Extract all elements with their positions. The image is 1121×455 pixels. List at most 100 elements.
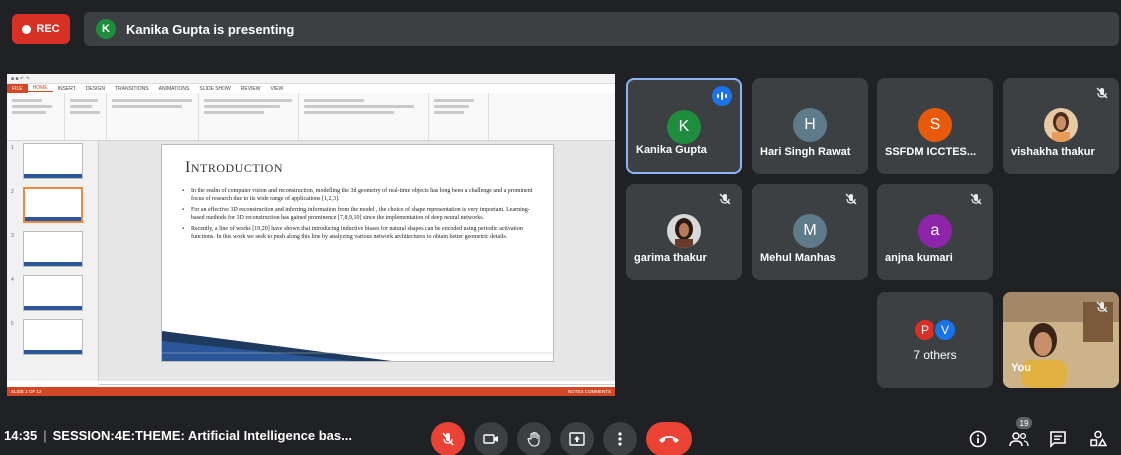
participant-name: Kanika Gupta xyxy=(636,144,707,156)
ppt-ribbon-tabs: FILE HOME INSERT DESIGN TRANSITIONS ANIMATION… xyxy=(7,84,615,93)
meeting-details-button[interactable] xyxy=(967,428,989,450)
slide-thumbnail-selected[interactable] xyxy=(23,187,83,223)
separator: | xyxy=(43,428,47,443)
slide-footer-graphic xyxy=(162,331,553,361)
current-slide: INTRODUCTION In the realm of computer vi… xyxy=(161,144,554,362)
participant-tile-ssfdm[interactable]: S SSFDM ICCTES... xyxy=(877,78,993,174)
mic-off-icon xyxy=(1096,301,1108,313)
raise-hand-icon xyxy=(527,431,540,447)
people-icon xyxy=(1009,432,1029,447)
participant-tile-anjna-kumari[interactable]: a anjna kumari xyxy=(877,184,993,280)
participant-name: You xyxy=(1011,362,1031,374)
ppt-status-bar: SLIDE 2 OF 12 NOTES COMMENTS xyxy=(7,387,615,396)
meeting-title: SESSION:4E:THEME: Artificial Intelligenc… xyxy=(52,428,352,443)
participant-name: garima thakur xyxy=(634,252,707,264)
participant-name: Hari Singh Rawat xyxy=(760,146,851,158)
ribbon-group-editing xyxy=(429,93,489,140)
avatar: V xyxy=(933,318,957,342)
ribbon-tab[interactable]: HOME xyxy=(27,85,53,92)
slide-bullets: In the realm of computer vision and reco… xyxy=(182,187,537,244)
slide-thumbnail[interactable] xyxy=(23,143,83,179)
participant-name: vishakha thakur xyxy=(1011,146,1095,158)
presenting-banner: K Kanika Gupta is presenting xyxy=(84,12,1119,46)
presenter-avatar: K xyxy=(96,19,116,39)
activities-button[interactable] xyxy=(1087,428,1109,450)
ribbon-group-slides xyxy=(65,93,107,140)
recording-indicator[interactable]: REC xyxy=(12,14,70,44)
ribbon-tab[interactable]: VIEW xyxy=(266,86,289,92)
participant-name: SSFDM ICCTES... xyxy=(885,146,977,158)
avatar: H xyxy=(793,108,827,142)
mic-off-icon xyxy=(1096,87,1108,99)
info-icon xyxy=(969,430,987,448)
slide-thumbnail[interactable] xyxy=(23,275,83,311)
others-tile[interactable]: P V 7 others xyxy=(877,292,993,388)
participant-tile-mehul-manhas[interactable]: M Mehul Manhas xyxy=(752,184,868,280)
camera-toggle-button[interactable] xyxy=(474,422,508,455)
participant-name: Mehul Manhas xyxy=(760,252,836,264)
ribbon-tab[interactable]: SLIDE SHOW xyxy=(194,86,235,92)
thumb-number: 4 xyxy=(11,277,14,283)
ribbon-tab[interactable]: REVIEW xyxy=(236,86,266,92)
presenting-text: Kanika Gupta is presenting xyxy=(126,21,295,37)
participant-name: anjna kumari xyxy=(885,252,953,264)
more-options-button[interactable] xyxy=(603,422,637,455)
camera-icon xyxy=(483,434,498,444)
leave-call-button[interactable] xyxy=(646,422,692,455)
thumb-number: 2 xyxy=(11,189,14,195)
ribbon-tab[interactable]: TRANSITIONS xyxy=(110,86,154,92)
slide-thumbnail[interactable] xyxy=(23,231,83,267)
status-right: NOTES COMMENTS xyxy=(567,389,611,394)
slide-bullet: Recently, a line of works [19,20] have s… xyxy=(182,225,537,241)
chat-icon xyxy=(1050,431,1066,448)
participant-tile-garima-thakur[interactable]: garima thakur xyxy=(626,184,742,280)
avatar: a xyxy=(918,214,952,248)
avatar: K xyxy=(667,110,701,144)
mic-off-icon xyxy=(442,432,454,446)
slide-thumbnail[interactable] xyxy=(23,319,83,355)
ribbon-group-font xyxy=(107,93,199,140)
participant-tile-hari-singh-rawat[interactable]: H Hari Singh Rawat xyxy=(752,78,868,174)
ribbon-group-paragraph xyxy=(199,93,299,140)
avatar: S xyxy=(918,108,952,142)
ppt-title-bar: ■ ■ ↶ ↷ xyxy=(7,74,615,84)
people-button[interactable] xyxy=(1008,428,1030,450)
ppt-ribbon xyxy=(7,93,615,141)
present-now-button[interactable] xyxy=(560,422,594,455)
ribbon-group-drawing xyxy=(299,93,429,140)
meet-window: REC K Kanika Gupta is presenting ■ ■ ↶ ↷… xyxy=(0,0,1121,455)
participant-photo xyxy=(1044,108,1078,142)
ribbon-group-clipboard xyxy=(7,93,65,140)
mic-off-icon xyxy=(845,193,857,205)
ribbon-tab[interactable]: DESIGN xyxy=(81,86,110,92)
mic-off-icon xyxy=(719,193,731,205)
slide-bullet: In the realm of computer vision and reco… xyxy=(182,187,537,203)
mic-toggle-button[interactable] xyxy=(431,422,465,455)
record-dot-icon xyxy=(22,24,32,34)
meeting-details[interactable]: 14:35 | SESSION:4E:THEME: Artificial Int… xyxy=(4,428,352,443)
raise-hand-button[interactable] xyxy=(517,422,551,455)
chat-button[interactable] xyxy=(1047,428,1069,450)
thumb-number: 3 xyxy=(11,233,14,239)
participant-tile-kanika-gupta[interactable]: K Kanika Gupta xyxy=(626,78,742,174)
ribbon-tab[interactable]: INSERT xyxy=(53,86,81,92)
activities-icon xyxy=(1090,430,1107,447)
present-screen-icon xyxy=(569,432,585,446)
slide-title: INTRODUCTION xyxy=(185,159,283,176)
self-view-tile[interactable]: You xyxy=(1003,292,1119,388)
participant-photo xyxy=(667,214,701,248)
recording-label: REC xyxy=(36,23,60,35)
ribbon-tab[interactable]: ANIMATIONS xyxy=(154,86,195,92)
slide-counter: SLIDE 2 OF 12 xyxy=(11,389,42,394)
avatar: M xyxy=(793,214,827,248)
ribbon-tab[interactable]: FILE xyxy=(7,84,28,93)
participant-tile-vishakha-thakur[interactable]: vishakha thakur xyxy=(1003,78,1119,174)
others-count: 7 others xyxy=(913,348,957,362)
mic-off-icon xyxy=(970,193,982,205)
clock-time: 14:35 xyxy=(4,428,38,443)
slide-thumbnails: 1 2 3 4 5 xyxy=(7,141,99,381)
thumb-number: 1 xyxy=(11,145,14,151)
hang-up-icon xyxy=(659,436,679,443)
thumb-number: 5 xyxy=(11,321,14,327)
more-options-icon xyxy=(618,432,622,446)
